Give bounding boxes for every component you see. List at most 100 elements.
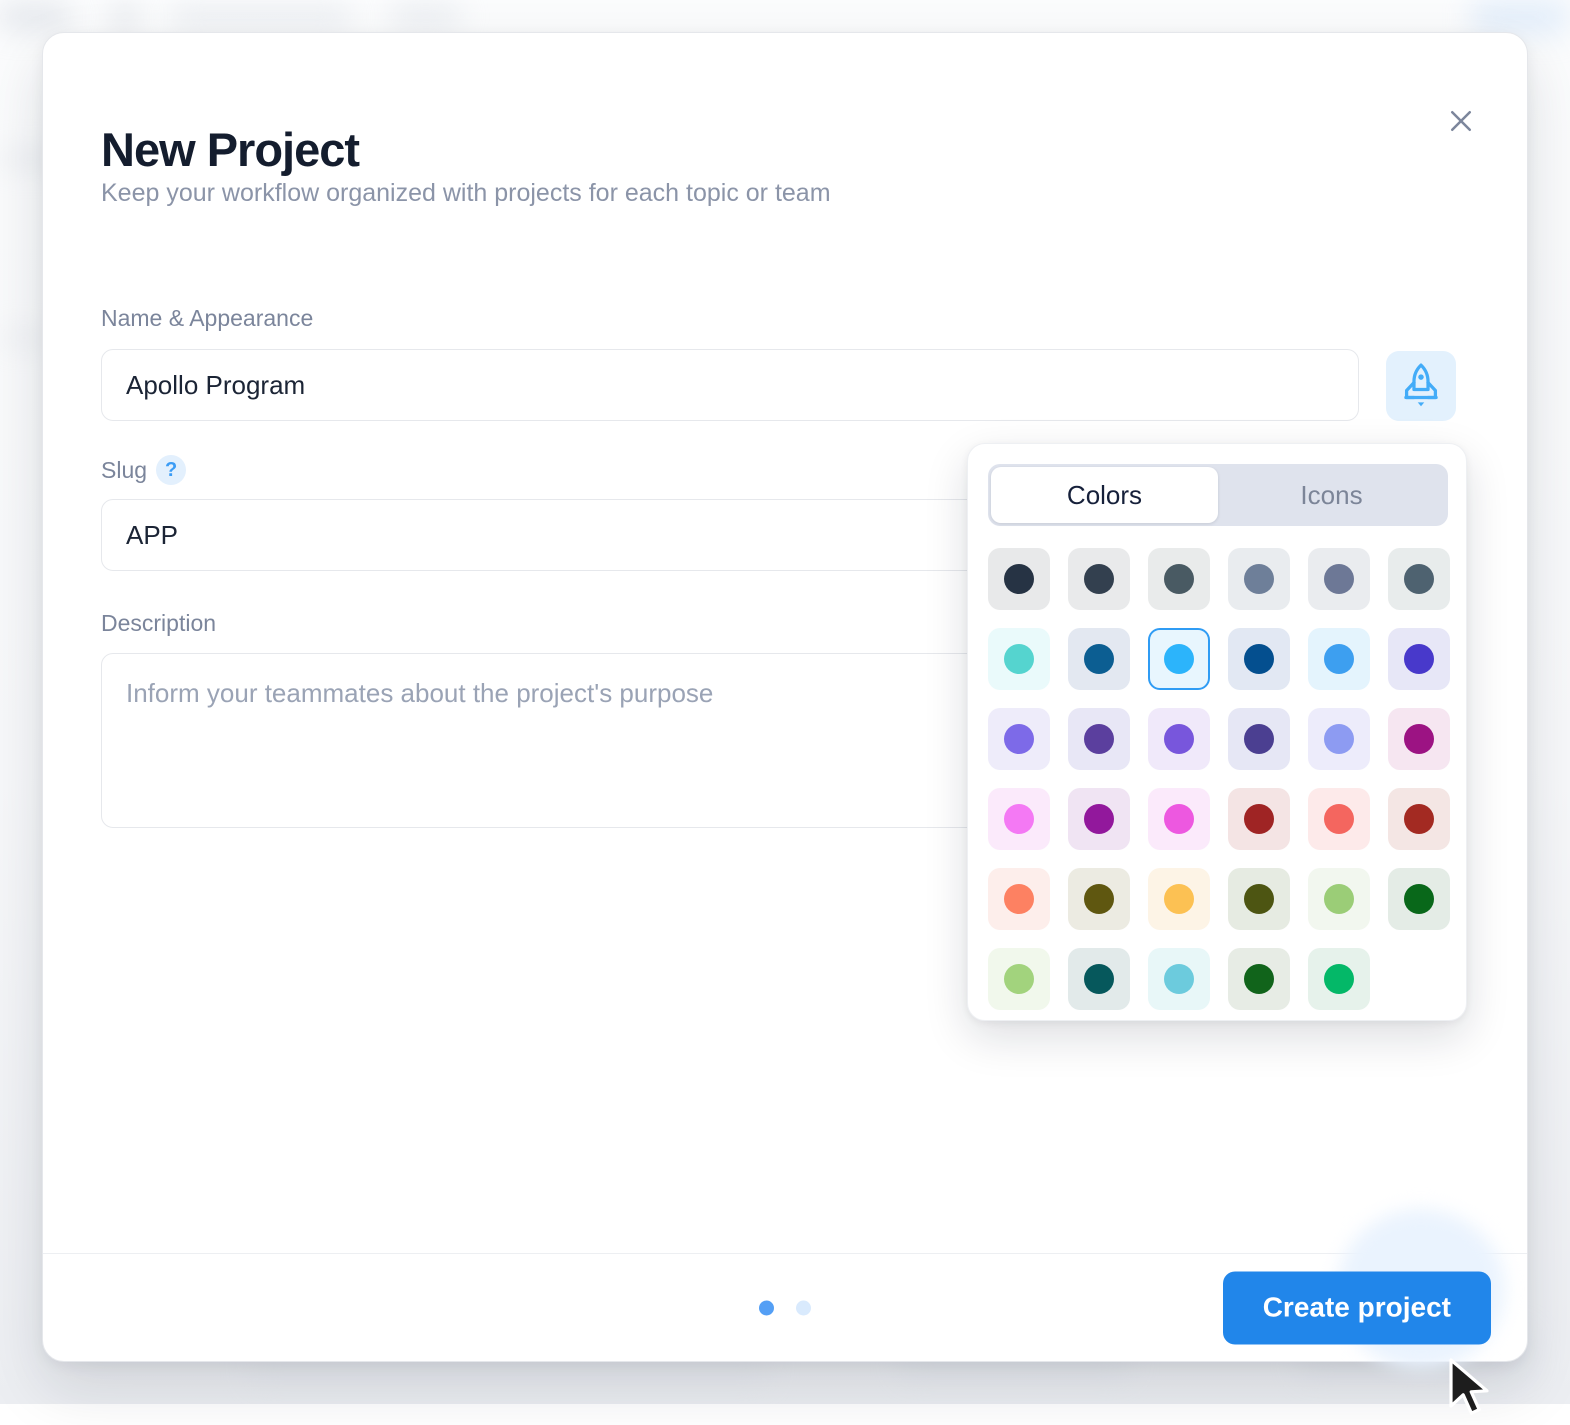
color-swatch[interactable] xyxy=(1228,948,1290,1010)
color-swatch[interactable] xyxy=(1068,708,1130,770)
close-button[interactable] xyxy=(1435,95,1487,147)
description-field-label: Description xyxy=(101,610,217,636)
color-dot xyxy=(1164,804,1194,834)
color-dot xyxy=(1084,804,1114,834)
color-swatch-grid xyxy=(988,548,1450,1010)
backdrop-blur-shape xyxy=(392,4,460,28)
color-swatch[interactable] xyxy=(1388,628,1450,690)
color-dot xyxy=(1404,644,1434,674)
color-dot xyxy=(1004,564,1034,594)
backdrop-blur-shape xyxy=(0,4,70,30)
color-swatch[interactable] xyxy=(1308,948,1370,1010)
color-dot xyxy=(1324,884,1354,914)
color-swatch[interactable] xyxy=(1308,708,1370,770)
modal-body: New Project Keep your workflow organized… xyxy=(43,33,1527,1253)
color-swatch[interactable] xyxy=(1148,868,1210,930)
appearance-popover: Colors Icons xyxy=(967,443,1467,1021)
color-dot xyxy=(1404,884,1434,914)
color-dot xyxy=(1404,804,1434,834)
color-swatch[interactable] xyxy=(1308,628,1370,690)
slug-field-label: Slug ? xyxy=(101,455,187,485)
color-dot xyxy=(1084,884,1114,914)
color-swatch[interactable] xyxy=(1388,788,1450,850)
modal-subtitle: Keep your workflow organized with projec… xyxy=(101,179,831,207)
color-dot xyxy=(1084,644,1114,674)
color-swatch[interactable] xyxy=(1228,628,1290,690)
color-dot xyxy=(1404,724,1434,754)
color-swatch[interactable] xyxy=(1308,788,1370,850)
color-swatch[interactable] xyxy=(1228,788,1290,850)
color-swatch[interactable] xyxy=(1228,868,1290,930)
color-dot xyxy=(1164,644,1194,674)
backdrop-blur-shape xyxy=(1472,0,1568,34)
color-dot xyxy=(1244,884,1274,914)
color-swatch[interactable] xyxy=(988,788,1050,850)
page-title: New Project xyxy=(101,123,360,177)
color-dot xyxy=(1164,724,1194,754)
appearance-tabs: Colors Icons xyxy=(988,464,1448,526)
close-icon xyxy=(1446,106,1476,136)
color-swatch[interactable] xyxy=(1388,708,1450,770)
project-name-input[interactable] xyxy=(101,349,1359,421)
color-swatch[interactable] xyxy=(1388,548,1450,610)
color-swatch[interactable] xyxy=(1148,628,1210,690)
tab-colors[interactable]: Colors xyxy=(991,467,1218,523)
color-dot xyxy=(1324,804,1354,834)
color-swatch[interactable] xyxy=(1068,868,1130,930)
color-swatch[interactable] xyxy=(988,628,1050,690)
backdrop-blur-shape xyxy=(112,2,138,32)
help-icon[interactable]: ? xyxy=(156,455,187,485)
color-dot xyxy=(1164,964,1194,994)
color-dot xyxy=(1244,564,1274,594)
color-swatch[interactable] xyxy=(1308,548,1370,610)
color-dot xyxy=(1084,964,1114,994)
new-project-modal: New Project Keep your workflow organized… xyxy=(42,32,1528,1415)
modal-footer: Create project xyxy=(43,1209,1527,1369)
color-dot xyxy=(1164,884,1194,914)
rocket-icon xyxy=(1398,361,1444,412)
color-dot xyxy=(1004,964,1034,994)
color-dot xyxy=(1004,644,1034,674)
color-swatch[interactable] xyxy=(988,548,1050,610)
color-dot xyxy=(1324,964,1354,994)
step-indicator xyxy=(759,1300,811,1315)
color-dot xyxy=(1324,724,1354,754)
create-project-button[interactable]: Create project xyxy=(1222,1271,1491,1344)
color-swatch[interactable] xyxy=(1228,708,1290,770)
color-swatch[interactable] xyxy=(1148,948,1210,1010)
color-dot xyxy=(1004,884,1034,914)
color-dot xyxy=(1244,724,1274,754)
color-swatch[interactable] xyxy=(988,868,1050,930)
color-dot xyxy=(1004,724,1034,754)
color-swatch[interactable] xyxy=(1068,628,1130,690)
color-swatch[interactable] xyxy=(1148,548,1210,610)
backdrop-blur-shape xyxy=(0,330,48,346)
color-dot xyxy=(1244,644,1274,674)
slug-label-text: Slug xyxy=(101,456,148,483)
color-swatch[interactable] xyxy=(1308,868,1370,930)
color-dot xyxy=(1084,564,1114,594)
step-dot[interactable] xyxy=(796,1300,811,1315)
color-dot xyxy=(1324,644,1354,674)
tab-icons[interactable]: Icons xyxy=(1218,467,1445,523)
color-dot xyxy=(1244,964,1274,994)
color-swatch[interactable] xyxy=(1388,868,1450,930)
color-swatch[interactable] xyxy=(1068,548,1130,610)
step-dot[interactable] xyxy=(759,1300,774,1315)
color-swatch[interactable] xyxy=(1148,708,1210,770)
color-dot xyxy=(1084,724,1114,754)
color-swatch[interactable] xyxy=(1228,548,1290,610)
color-dot xyxy=(1324,564,1354,594)
color-dot xyxy=(1164,564,1194,594)
color-dot xyxy=(1004,804,1034,834)
color-swatch[interactable] xyxy=(988,708,1050,770)
color-swatch[interactable] xyxy=(1148,788,1210,850)
backdrop-blur-shape xyxy=(172,6,350,28)
color-swatch[interactable] xyxy=(1068,788,1130,850)
color-swatch[interactable] xyxy=(988,948,1050,1010)
appearance-picker-button[interactable] xyxy=(1386,351,1456,421)
name-field-label: Name & Appearance xyxy=(101,305,314,331)
color-swatch[interactable] xyxy=(1068,948,1130,1010)
color-dot xyxy=(1404,564,1434,594)
color-dot xyxy=(1244,804,1274,834)
